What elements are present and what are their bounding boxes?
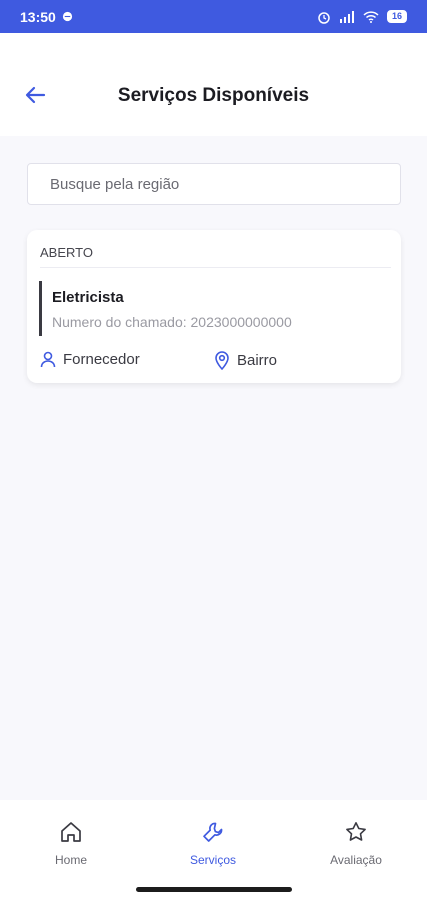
battery-icon: 16: [386, 10, 407, 23]
ticket-number: Numero do chamado: 2023000000000: [52, 314, 292, 330]
status-time: 13:50: [20, 9, 73, 25]
signal-icon: [339, 10, 354, 23]
home-icon: [61, 822, 81, 842]
wifi-icon: [363, 10, 379, 23]
nav-label-servicos: Serviços: [189, 853, 236, 867]
status-icons: 16: [317, 10, 407, 24]
nav-label-avaliacao: Avaliação: [330, 853, 382, 867]
user-icon: [40, 351, 56, 368]
provider-row: Fornecedor: [39, 350, 140, 368]
page-title: Serviços Disponíveis: [117, 85, 310, 106]
message-icon: [62, 11, 72, 22]
bottom-navigation: Home Serviços Avaliação: [0, 800, 427, 900]
status-time-text: 13:50: [20, 8, 56, 25]
nav-item-servicos[interactable]: Serviços: [158, 820, 268, 867]
app-header: Serviços Disponíveis: [0, 33, 427, 136]
service-card[interactable]: ABERTO Eletricista Numero do chamado: 20…: [27, 230, 401, 383]
service-details: Eletricista Numero do chamado: 202300000…: [39, 281, 292, 336]
nav-item-home[interactable]: Home: [16, 820, 126, 867]
alarm-icon: [318, 11, 330, 24]
provider-label: Fornecedor: [63, 350, 140, 368]
service-title: Eletricista: [52, 289, 124, 306]
status-bar: 13:50 16: [0, 0, 427, 33]
search-input[interactable]: Busque pela região: [27, 163, 401, 205]
card-divider: [40, 267, 391, 268]
nav-item-avaliacao[interactable]: Avaliação: [301, 820, 411, 867]
location-label: Bairro: [237, 351, 278, 369]
location-row: Bairro: [213, 350, 277, 370]
nav-label-home: Home: [54, 853, 87, 867]
location-pin-icon: [215, 351, 229, 370]
wrench-icon: [203, 822, 223, 842]
gesture-bar: [136, 887, 292, 892]
status-badge: ABERTO: [40, 245, 93, 260]
star-icon: [346, 822, 366, 841]
